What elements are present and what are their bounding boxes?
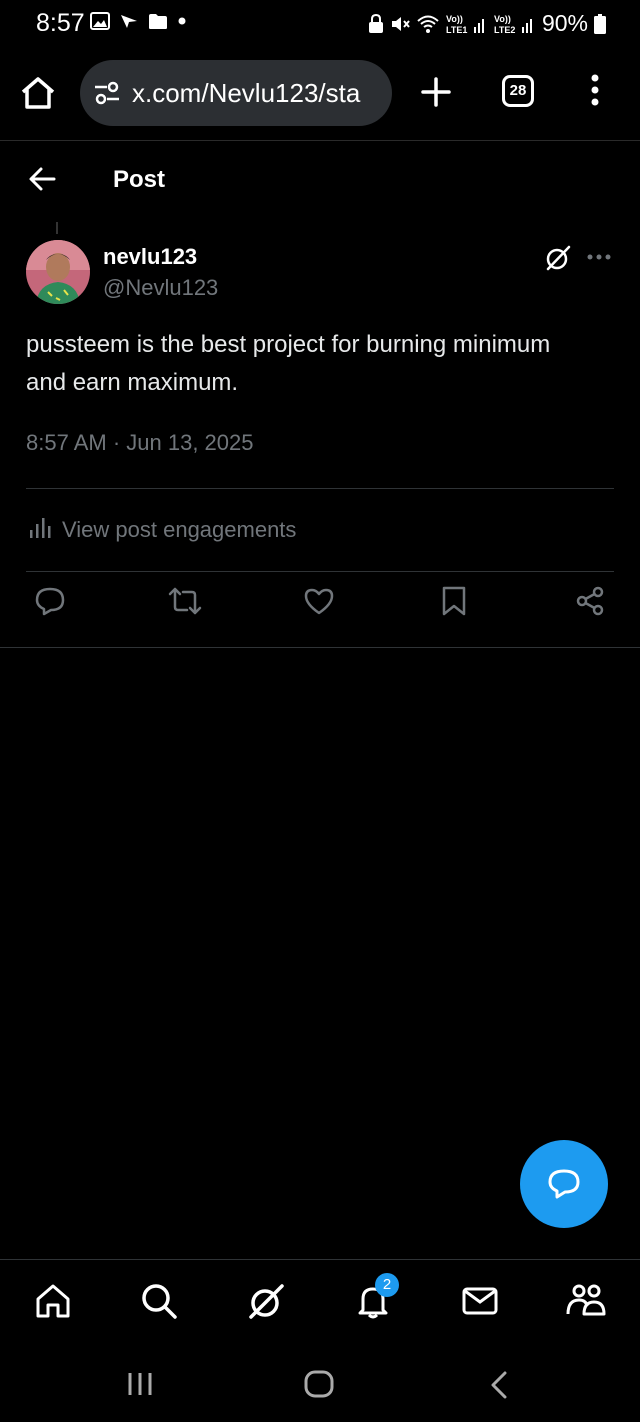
author-handle[interactable]: @Nevlu123 (103, 275, 218, 301)
status-bar: 8:57 Vo)) LTE1 Vo)) LTE2 90% (0, 0, 640, 48)
site-settings-icon[interactable] (93, 80, 121, 106)
share-icon[interactable] (574, 585, 606, 617)
android-back-icon[interactable] (488, 1370, 510, 1400)
thread-connector (56, 222, 58, 234)
more-options-icon[interactable] (586, 253, 612, 261)
svg-text:Vo)): Vo)) (494, 14, 511, 24)
system-navigation-bar (0, 1346, 640, 1422)
browser-menu-icon[interactable] (590, 74, 600, 106)
tab-switcher-button[interactable]: 28 (502, 75, 534, 107)
divider (0, 647, 640, 648)
post-actions (0, 585, 640, 635)
reply-icon[interactable] (34, 585, 66, 617)
arrow-plane-icon (120, 13, 138, 29)
wifi-icon (416, 14, 440, 34)
status-right: Vo)) LTE1 Vo)) LTE2 90% (368, 10, 606, 37)
android-home-icon[interactable] (303, 1369, 335, 1399)
status-left-icons (90, 12, 186, 30)
communities-icon[interactable] (566, 1282, 606, 1320)
signal-lte1-icon: Vo)) LTE1 (446, 13, 488, 35)
svg-text:LTE1: LTE1 (446, 25, 467, 35)
browser-toolbar: x.com/Nevlu123/sta 28 (0, 48, 640, 141)
address-bar[interactable]: x.com/Nevlu123/sta (80, 60, 392, 126)
compose-reply-button[interactable] (520, 1140, 608, 1228)
bookmark-icon[interactable] (440, 585, 468, 617)
engagements-label: View post engagements (62, 517, 297, 542)
home-icon[interactable] (34, 1282, 72, 1320)
signal-lte2-icon: Vo)) LTE2 (494, 13, 536, 35)
analytics-icon (28, 514, 54, 540)
svg-text:LTE2: LTE2 (494, 25, 515, 35)
post-timestamp[interactable]: 8:57 AM · Jun 13, 2025 (26, 430, 254, 456)
status-time: 8:57 (36, 9, 85, 37)
svg-text:Vo)): Vo)) (446, 14, 463, 24)
divider (26, 488, 614, 489)
battery-percentage: 90% (541, 10, 588, 36)
search-icon[interactable] (140, 1282, 178, 1320)
gallery-icon (90, 12, 110, 30)
recent-apps-icon[interactable] (126, 1370, 154, 1398)
back-arrow-icon[interactable] (28, 166, 56, 192)
url-text[interactable]: x.com/Nevlu123/sta (132, 78, 360, 109)
page-title: Post (113, 166, 166, 193)
post-header: Post (0, 140, 640, 222)
dot-icon (178, 17, 186, 25)
notification-badge: 2 (375, 1273, 399, 1297)
like-icon[interactable] (303, 585, 335, 617)
browser-home-button[interactable] (20, 76, 56, 110)
battery-icon (594, 13, 606, 34)
avatar[interactable] (26, 240, 90, 304)
grok-icon[interactable] (246, 1282, 286, 1322)
repost-icon[interactable] (168, 585, 202, 617)
mute-icon (390, 14, 410, 34)
view-engagements-link[interactable]: View post engagements (26, 510, 614, 550)
divider (26, 571, 614, 572)
grok-icon[interactable] (544, 244, 572, 272)
messages-icon[interactable] (461, 1282, 499, 1320)
bottom-navigation: 2 (0, 1259, 640, 1346)
chat-bubble-icon (546, 1167, 582, 1201)
post-text: pussteem is the best project for burning… (26, 331, 551, 396)
folder-icon (148, 13, 168, 30)
author-name[interactable]: nevlu123 (103, 244, 197, 270)
lock-icon (368, 13, 384, 34)
new-tab-button[interactable] (420, 76, 452, 108)
